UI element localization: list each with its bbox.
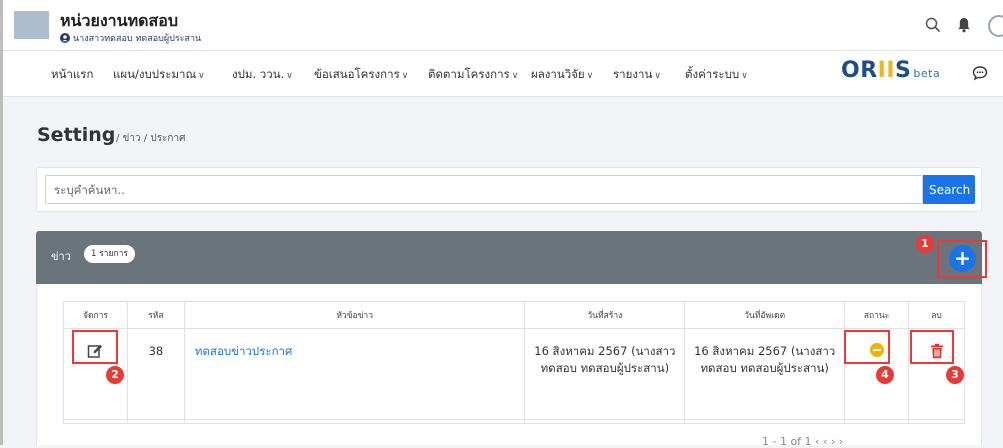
user-name: นางสาวทดสอบ ทดสอบผู้ประสาน — [73, 34, 202, 44]
annotation-marker-1: 1 — [916, 235, 934, 253]
count-badge: 1 รายการ — [84, 245, 135, 263]
highlight-add-button — [937, 240, 987, 278]
table-footer-line — [63, 419, 965, 420]
pager-text: 1 - 1 of 1 — [762, 435, 812, 448]
user-circle-icon — [60, 33, 70, 43]
table-header-row: จัดการ รหัส หัวข้อข่าว วันที่สร้าง วันที… — [63, 301, 965, 329]
chevron-down-icon: ∨ — [198, 71, 205, 81]
nav-budget-research[interactable]: งปม. ววน. ∨ — [232, 66, 293, 84]
annotation-marker-2: 2 — [106, 366, 124, 384]
search-button[interactable]: Search — [923, 175, 975, 204]
news-card-header: ข่าว 1 รายการ + — [36, 231, 982, 284]
search-input[interactable] — [45, 175, 923, 204]
annotation-marker-4: 4 — [876, 366, 894, 384]
highlight-edit-button — [72, 330, 118, 364]
news-title-link[interactable]: ทดสอบข่าวประกาศ — [183, 328, 526, 424]
search-card: Search — [36, 167, 982, 212]
highlight-delete-button — [910, 330, 954, 364]
search-icon[interactable] — [924, 16, 942, 34]
col-header-created: วันที่สร้าง — [524, 301, 686, 329]
table-row: 38 ทดสอบข่าวประกาศ 16 สิงหาคม 2567 (นางส… — [63, 328, 965, 424]
nav-report[interactable]: รายงาน ∨ — [613, 66, 661, 84]
chevron-down-icon: ∨ — [654, 71, 661, 81]
news-id: 38 — [126, 328, 185, 424]
chevron-down-icon: ∨ — [586, 71, 594, 81]
chat-icon[interactable] — [971, 64, 989, 82]
page-title: Setting — [37, 124, 116, 146]
nav-proposal[interactable]: ข้อเสนอโครงการ ∨ — [314, 66, 408, 84]
chevron-down-icon: ∨ — [741, 71, 748, 81]
news-table: จัดการ รหัส หัวข้อข่าว วันที่สร้าง วันที… — [63, 301, 965, 424]
col-header-updated: วันที่อัพเดต — [684, 301, 846, 329]
brand-logo[interactable]: ORIIS beta — [841, 58, 940, 83]
annotation-marker-3: 3 — [946, 366, 964, 384]
org-logo[interactable] — [14, 11, 49, 39]
highlight-status-button — [844, 330, 890, 364]
created-date: 16 สิงหาคม 2567 (นางสาวทดสอบ ทดสอบผู้ประ… — [524, 328, 686, 424]
chevron-down-icon: ∨ — [401, 71, 409, 81]
updated-date: 16 สิงหาคม 2567 (นางสาวทดสอบ ทดสอบผู้ประ… — [684, 328, 846, 424]
nav-home[interactable]: หน้าแรก — [51, 66, 93, 84]
nav-settings[interactable]: ตั้งค่าระบบ ∨ — [685, 66, 748, 84]
col-header-title: หัวข้อข่าว — [183, 301, 526, 329]
bell-icon[interactable] — [955, 16, 973, 34]
nav-tracking[interactable]: ติดตามโครงการ ∨ — [428, 66, 518, 84]
main-nav: หน้าแรก แผน/งบประมาณ ∨ งปม. ววน. ∨ ข้อเสนอ… — [3, 51, 1003, 97]
chevron-down-icon: ∨ — [511, 71, 519, 81]
news-label: ข่าว — [51, 250, 71, 263]
top-header: หน่วยงานทดสอบ นางสาวทดสอบ ทดสอบผู้ประสาน — [3, 0, 1003, 51]
user-info: นางสาวทดสอบ ทดสอบผู้ประสาน — [60, 31, 201, 45]
col-header-delete: ลบ — [908, 301, 965, 329]
avatar[interactable] — [988, 15, 1003, 37]
col-header-status: สถานะ — [844, 301, 910, 329]
nav-plan-budget[interactable]: แผน/งบประมาณ ∨ — [113, 66, 205, 84]
chevron-down-icon: ∨ — [286, 71, 293, 81]
breadcrumb: / ข่าว / ประกาศ — [116, 133, 186, 144]
pagination[interactable]: 1 - 1 of 1 ‹ ‹ › › — [762, 435, 843, 448]
col-header-manage: จัดการ — [63, 301, 128, 329]
col-header-id: รหัส — [126, 301, 185, 329]
nav-research-output[interactable]: ผลงานวิจัย ∨ — [531, 66, 593, 84]
